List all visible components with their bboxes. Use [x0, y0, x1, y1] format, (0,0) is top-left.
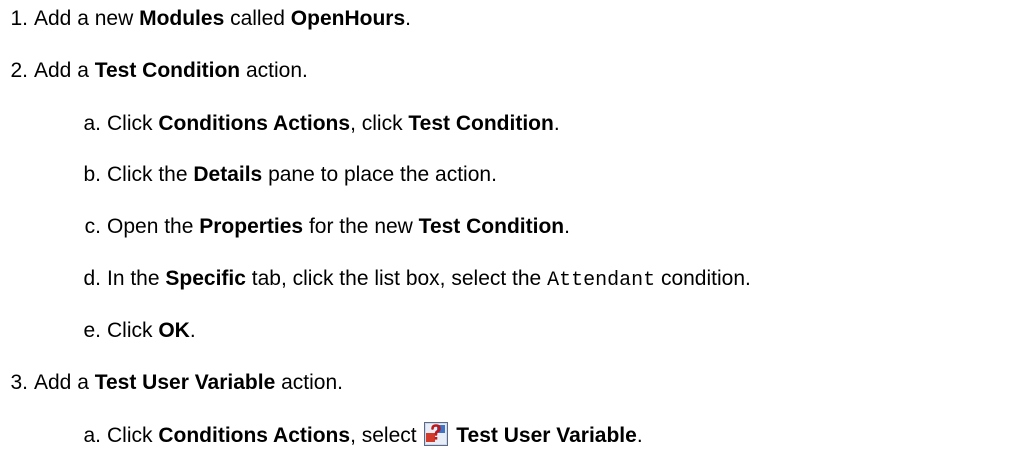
text-run: In the: [107, 267, 166, 290]
text-run: Click: [107, 112, 159, 135]
substep-letter: a.: [83, 424, 101, 447]
step-item: 1. Add a new Modules called OpenHours.: [0, 4, 411, 34]
text-run: , click: [350, 112, 409, 135]
text-run: .: [553, 112, 560, 135]
text-run: for the new: [303, 215, 419, 238]
substep-letter: e.: [83, 319, 101, 342]
ui-term: Conditions Actions: [158, 112, 351, 135]
text-run: Add a: [34, 371, 95, 394]
ui-term: Test User Variable: [456, 424, 637, 447]
step-text: Add a Test User Variable action.: [28, 371, 343, 394]
text-run: .: [405, 7, 411, 30]
ui-term: Conditions Actions: [158, 424, 351, 447]
text-run: Click the: [107, 163, 194, 186]
ui-term: Properties: [199, 215, 304, 238]
step-item: 2. Add a Test Condition action.: [0, 56, 308, 86]
step-text: Click Conditions Actions, click Test Con…: [101, 112, 560, 135]
text-run: action.: [275, 371, 343, 394]
text-run: Add a new: [34, 7, 140, 30]
step-number: 2.: [10, 59, 28, 82]
step-item: 3. Add a Test User Variable action.: [0, 368, 343, 398]
step-text: In the Specific tab, click the list box,…: [101, 267, 751, 292]
substep-letter: b.: [83, 163, 101, 186]
text-run: .: [564, 215, 570, 238]
step-text: Add a Test Condition action.: [28, 59, 308, 82]
substep-item: b. Click the Details pane to place the ac…: [0, 160, 497, 190]
substep-letter: c.: [84, 215, 101, 238]
substep-item: a. Click Conditions Actions, click Test C…: [0, 109, 560, 139]
text-run: called: [224, 7, 291, 30]
ui-term: Specific: [165, 267, 246, 290]
step-number: 3.: [10, 371, 28, 394]
code-term: Attendant: [547, 269, 656, 292]
text-run: tab, click the list box, select the: [245, 267, 548, 290]
step-text: Click the Details pane to place the acti…: [101, 163, 497, 186]
substep-letter: d.: [83, 267, 101, 290]
substep-item: e. Click OK.: [0, 316, 196, 346]
substep-letter: a.: [83, 112, 101, 135]
text-run: condition.: [655, 267, 751, 290]
ui-term: OpenHours: [290, 7, 406, 30]
ui-term: Details: [193, 163, 263, 186]
text-run: Add a: [34, 59, 95, 82]
text-run: .: [636, 424, 643, 447]
test-user-variable-icon: [424, 422, 449, 446]
text-run: .: [189, 319, 196, 342]
ui-term: OK: [158, 319, 190, 342]
ui-term: Test User Variable: [94, 371, 276, 394]
substep-item: d. In the Specific tab, click the list bo…: [0, 264, 751, 294]
text-run: action.: [240, 59, 308, 82]
substep-item: a. Click Conditions Actions, select Test …: [0, 421, 643, 451]
substep-item: c. Open the Properties for the new Test C…: [0, 212, 570, 242]
ui-term: Test Condition: [418, 215, 565, 238]
ui-term: Modules: [139, 7, 225, 30]
text-run: pane to place the action.: [262, 163, 497, 186]
ui-term: Test Condition: [408, 112, 554, 135]
text-run: Open the: [107, 215, 200, 238]
ui-term: Test Condition: [94, 59, 241, 82]
text-run: , select: [350, 424, 423, 447]
step-text: Open the Properties for the new Test Con…: [101, 215, 570, 238]
text-run: Click: [107, 319, 159, 342]
text-run: Click: [107, 424, 159, 447]
step-text: Add a new Modules called OpenHours.: [28, 7, 411, 30]
step-number: 1.: [10, 7, 28, 30]
step-text: Click Conditions Actions, select Test Us…: [101, 422, 643, 447]
step-text: Click OK.: [101, 319, 196, 342]
